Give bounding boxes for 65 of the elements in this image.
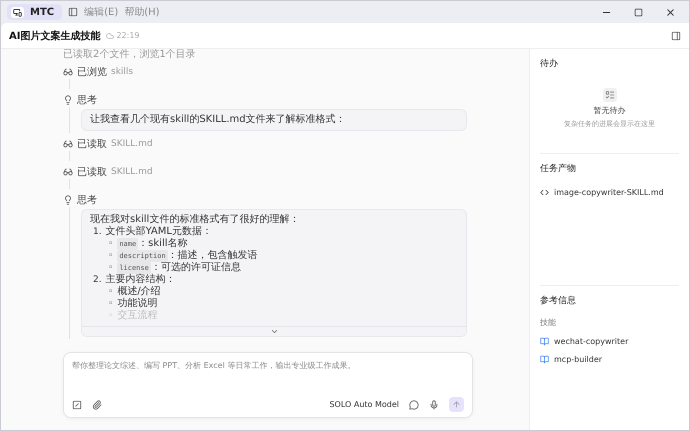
sidebar-toggle-icon[interactable] [68,7,78,17]
glasses-icon [63,67,73,77]
list-item: 主要内容结构： [106,274,176,286]
attach-icon[interactable] [92,400,102,410]
skill-link[interactable]: wechat-copywriter [540,334,679,348]
file-name: image-copywriter-SKILL.md [554,188,664,196]
skill-link[interactable]: mcp-builder [540,352,679,366]
list-icon [602,88,616,102]
empty-title: 暂无待办 [594,105,626,116]
arrow-up-icon [452,400,461,409]
list-marker: ◦ [108,262,114,274]
timestamp: 22:19 [116,31,140,40]
lightbulb-icon [63,195,73,205]
list-marker: 2. [93,274,102,286]
chat-icon[interactable] [409,400,419,410]
maximize-icon[interactable] [634,8,642,16]
section-title: 参考信息 [540,294,577,307]
step-label: 已浏览 [77,66,107,79]
list-item: 交互流程 [117,310,158,322]
file-link[interactable]: image-copywriter-SKILL.md [540,185,679,199]
thought-text: 让我查看几个现有skill的SKILL.md文件来了解标准格式： [90,114,347,126]
panel-toggle-icon[interactable] [671,30,681,40]
app-icon [13,8,22,16]
message-input[interactable]: 帮你整理论文综述、编写 PPT、分析 Excel 等日常工作，输出专业级工作成果。 [72,360,464,397]
list-marker: ◦ [108,250,114,262]
book-icon [540,336,549,346]
list-item: ：可选的许可证信息 [150,262,241,274]
list-marker: ◦ [108,238,114,250]
list-item: 概述/介绍 [117,286,161,298]
list-item: ：skill名称 [138,238,188,250]
cloud-icon [106,32,114,40]
slash-command-icon[interactable] [72,400,82,410]
app-tab[interactable]: MTC [7,4,62,20]
step-label: 已读取 [77,166,107,179]
skill-name: wechat-copywriter [554,336,628,346]
step-label: 思考 [77,94,97,107]
list-item: ：描述，包含触发语 [168,250,258,262]
list-item: 文件头部YAML元数据： [106,226,212,238]
close-icon[interactable] [664,6,676,18]
code-icon [540,188,549,196]
model-selector[interactable]: SOLO Auto Model [329,400,399,409]
skill-name: mcp-builder [554,354,602,364]
step-target: SKILL.md [111,139,153,149]
glasses-icon [63,139,73,149]
section-title: 待办 [540,58,559,70]
list-marker: 1. [93,226,102,238]
book-icon [540,354,549,364]
chevron-down-icon [270,327,278,336]
list-marker: ◦ [108,298,114,310]
group-label: 技能 [540,317,557,328]
step-label: 思考 [77,194,97,207]
list-marker: ◦ [108,286,114,298]
step-target: skills [111,67,134,77]
message-field[interactable]: 帮你整理论文综述、编写 PPT、分析 Excel 等日常工作，输出专业级工作成果。 SOLO Auto Model [63,352,473,418]
section-title: 任务产物 [540,162,577,175]
list-item: 功能说明 [117,298,158,310]
app-name: MTC [30,6,54,18]
thought-text: 现在我对skill文件的标准格式有了很好的理解： [90,214,300,226]
glasses-icon [63,167,73,177]
step-label: 已读取 [77,138,107,151]
microphone-icon[interactable] [429,400,439,410]
list-marker: ◦ [108,310,114,322]
step-target: SKILL.md [111,167,153,177]
chat-title: AI图片文案生成技能 [9,29,100,42]
lightbulb-icon [63,95,73,105]
